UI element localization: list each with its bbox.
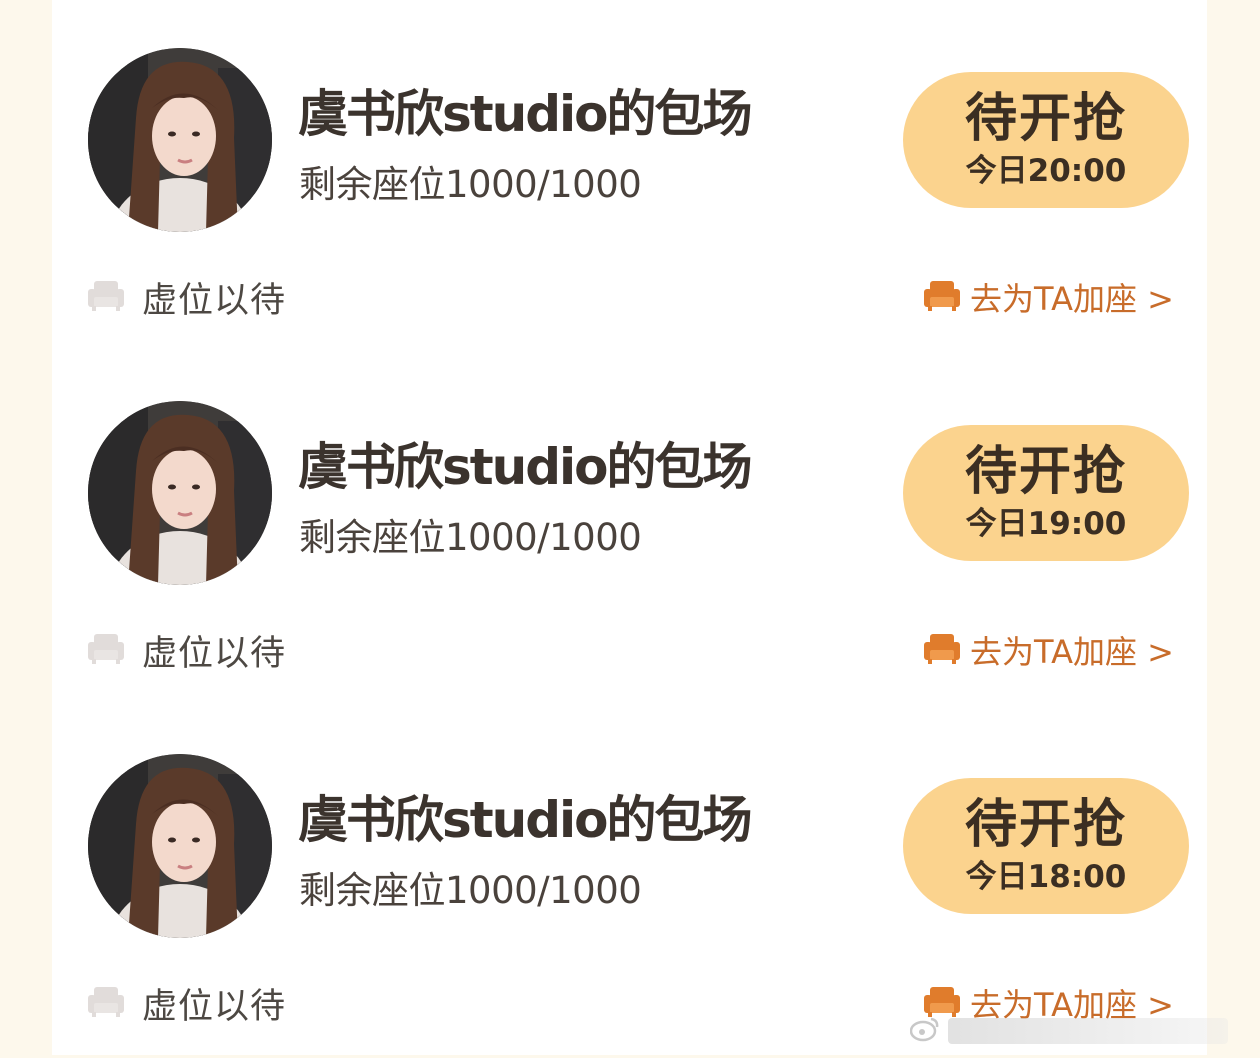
avatar[interactable] xyxy=(88,401,272,585)
waiting-seat: 虚位以待 xyxy=(86,272,286,322)
empty-seat-icon xyxy=(86,275,126,319)
add-seat-label: 去为TA加座 > xyxy=(970,280,1174,318)
add-seat-link[interactable]: 去为TA加座 > xyxy=(922,272,1174,322)
waiting-seat: 虚位以待 xyxy=(86,625,286,675)
waiting-label: 虚位以待 xyxy=(142,633,287,674)
grab-button[interactable]: 待开抢 今日20:00 xyxy=(903,72,1189,208)
grab-button-time: 今日20:00 xyxy=(965,153,1127,189)
grab-button-label: 待开抢 xyxy=(964,89,1127,149)
screening-card[interactable]: 虞书欣studio的包场 剩余座位1000/1000 待开抢 今日19:00 虚… xyxy=(52,353,1207,705)
grab-button-label: 待开抢 xyxy=(964,442,1127,502)
add-seat-label: 去为TA加座 > xyxy=(970,633,1174,671)
watermark xyxy=(909,1014,1250,1048)
screening-card[interactable]: 虞书欣studio的包场 剩余座位1000/1000 待开抢 今日18:00 虚… xyxy=(52,706,1207,1058)
screening-list: 虞书欣studio的包场 剩余座位1000/1000 待开抢 今日20:00 虚… xyxy=(52,0,1207,1055)
remaining-seats: 剩余座位1000/1000 xyxy=(299,516,642,559)
screening-card[interactable]: 虞书欣studio的包场 剩余座位1000/1000 待开抢 今日20:00 虚… xyxy=(52,0,1207,352)
add-seat-link[interactable]: 去为TA加座 > xyxy=(922,625,1174,675)
seat-icon xyxy=(922,275,962,319)
empty-seat-icon xyxy=(86,628,126,672)
waiting-seat: 虚位以待 xyxy=(86,978,286,1028)
watermark-text-redacted xyxy=(948,1018,1228,1044)
seat-icon xyxy=(922,628,962,672)
remaining-seats: 剩余座位1000/1000 xyxy=(299,869,642,912)
waiting-label: 虚位以待 xyxy=(142,986,287,1027)
waiting-label: 虚位以待 xyxy=(142,280,287,321)
screening-title: 虞书欣studio的包场 xyxy=(298,438,753,496)
grab-button-time: 今日18:00 xyxy=(965,859,1127,895)
screening-title: 虞书欣studio的包场 xyxy=(298,85,753,143)
grab-button-time: 今日19:00 xyxy=(965,506,1127,542)
avatar[interactable] xyxy=(88,48,272,232)
avatar[interactable] xyxy=(88,754,272,938)
empty-seat-icon xyxy=(86,981,126,1025)
grab-button[interactable]: 待开抢 今日19:00 xyxy=(903,425,1189,561)
grab-button-label: 待开抢 xyxy=(964,795,1127,855)
grab-button[interactable]: 待开抢 今日18:00 xyxy=(903,778,1189,914)
weibo-logo-icon xyxy=(909,1016,940,1046)
remaining-seats: 剩余座位1000/1000 xyxy=(299,163,642,206)
screening-title: 虞书欣studio的包场 xyxy=(298,791,753,849)
